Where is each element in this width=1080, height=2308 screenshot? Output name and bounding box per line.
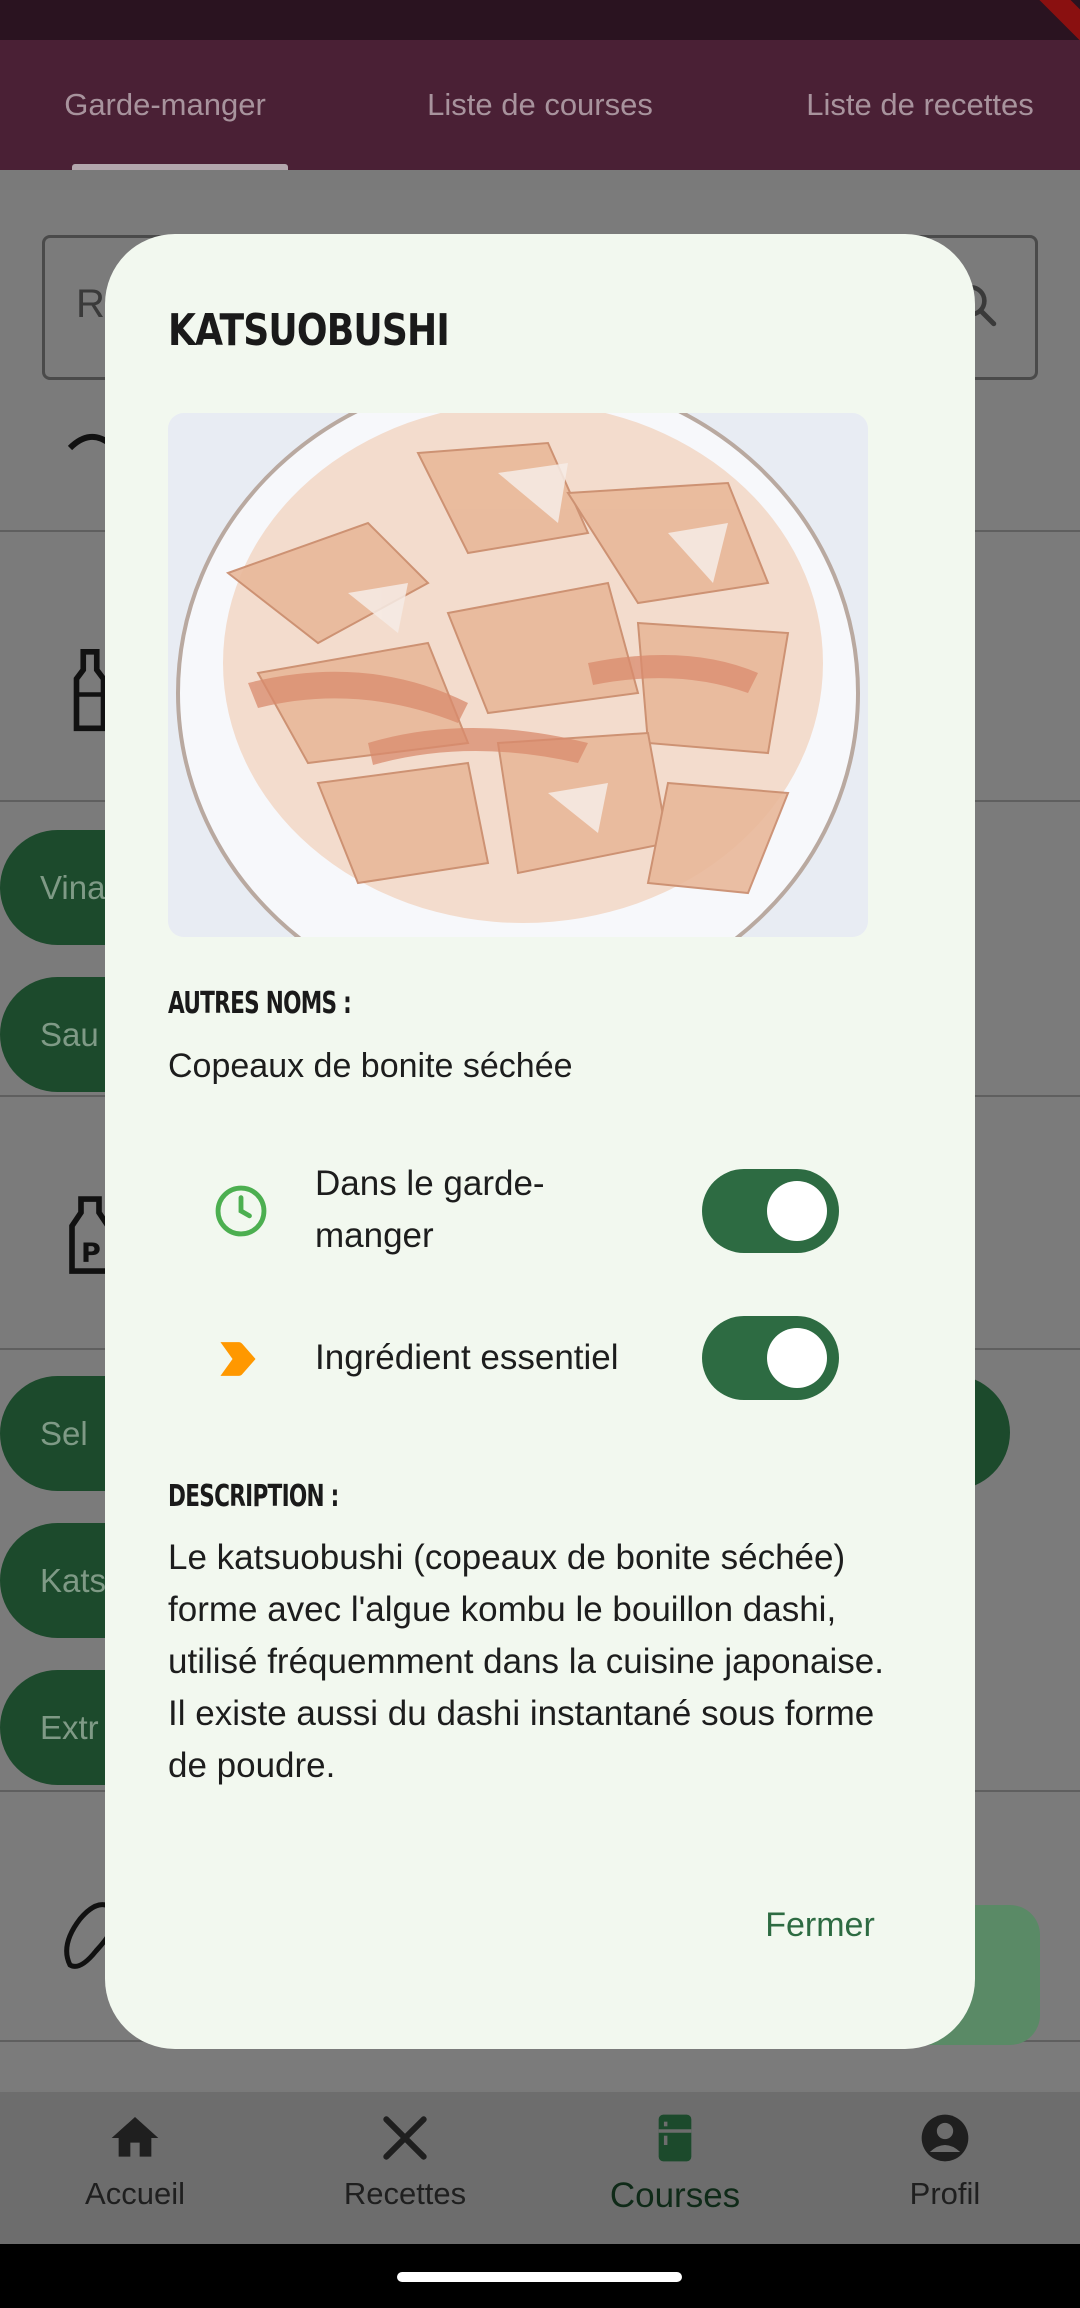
- ingredient-photo: [168, 413, 868, 937]
- svg-text:P: P: [81, 1238, 101, 1269]
- home-icon: [111, 2117, 159, 2157]
- nav-profile-label: Profil: [909, 2176, 981, 2211]
- fridge-icon: [658, 2114, 692, 2162]
- in-pantry-label: Dans le garde-manger: [315, 1164, 545, 1255]
- chip-label: Sau: [40, 1015, 99, 1053]
- clock-icon: [215, 1185, 267, 1237]
- nav-profile[interactable]: Profil: [845, 2110, 1045, 2212]
- chip-label: Sel: [40, 1414, 88, 1452]
- nav-shopping[interactable]: Courses: [575, 2110, 775, 2216]
- description-label: DESCRIPTION :: [168, 1479, 339, 1514]
- tab-recipe-list[interactable]: Liste de recettes: [760, 40, 1080, 170]
- tab-pantry[interactable]: Garde-manger: [40, 40, 290, 170]
- utensils-icon: [383, 2116, 427, 2160]
- account-icon: [921, 2114, 969, 2162]
- nav-recipes[interactable]: Recettes: [305, 2110, 505, 2212]
- chip-label: Kats: [40, 1561, 107, 1599]
- nav-home[interactable]: Accueil: [35, 2110, 235, 2212]
- essential-label: Ingrédient essentiel: [315, 1338, 619, 1377]
- tab-indicator: [72, 164, 288, 170]
- close-button[interactable]: Fermer: [740, 1895, 900, 1955]
- toggle-knob: [767, 1328, 827, 1388]
- chip-label: Extr: [40, 1708, 99, 1746]
- essential-toggle[interactable]: [702, 1316, 839, 1400]
- nav-recipes-label: Recettes: [343, 2176, 467, 2211]
- gesture-handle[interactable]: [397, 2272, 682, 2282]
- toggle-knob: [767, 1181, 827, 1241]
- description-text: Le katsuobushi (copeaux de bonite séchée…: [168, 1538, 884, 1785]
- label-important-icon: [220, 1342, 256, 1376]
- other-names-label: AUTRES NOMS :: [168, 986, 352, 1021]
- katsuobushi-photo-icon: [168, 413, 868, 937]
- status-bar: [0, 0, 1080, 40]
- in-pantry-toggle[interactable]: [702, 1169, 839, 1253]
- chip-label: Vina: [40, 868, 106, 906]
- nav-home-label: Accueil: [85, 2176, 185, 2211]
- tab-shopping-list[interactable]: Liste de courses: [380, 40, 700, 170]
- nav-shopping-label: Courses: [609, 2176, 741, 2215]
- other-names-value: Copeaux de bonite séchée: [168, 1047, 573, 1085]
- dialog-title: KATSUOBUSHI: [168, 305, 450, 356]
